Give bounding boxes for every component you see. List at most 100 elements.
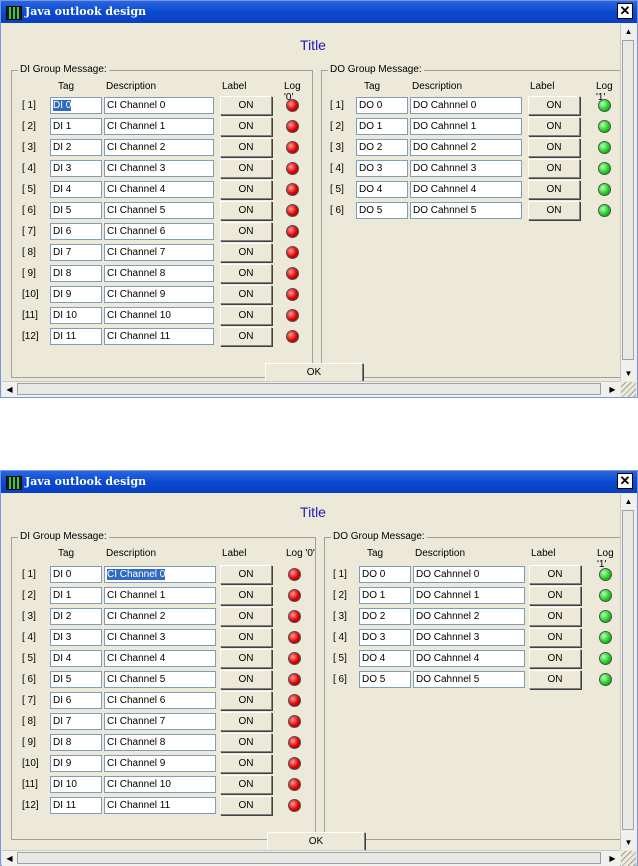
- description-field[interactable]: DO Cahnnel 0: [410, 97, 522, 114]
- tag-field[interactable]: DI 4: [50, 181, 102, 198]
- tag-field[interactable]: DI 7: [50, 713, 102, 730]
- vertical-scroll-thumb[interactable]: [622, 510, 634, 830]
- description-field[interactable]: CI Channel 8: [104, 265, 214, 282]
- close-icon[interactable]: ✕: [617, 473, 633, 489]
- close-icon[interactable]: ✕: [617, 3, 633, 19]
- on-button[interactable]: ON: [528, 138, 580, 157]
- on-button[interactable]: ON: [529, 607, 581, 626]
- tag-field[interactable]: DO 5: [356, 202, 408, 219]
- tag-field[interactable]: DO 4: [359, 650, 411, 667]
- tag-field[interactable]: DI 5: [50, 671, 102, 688]
- tag-field[interactable]: DI 6: [50, 223, 102, 240]
- scroll-up-icon[interactable]: ▲: [621, 494, 636, 509]
- on-button[interactable]: ON: [220, 201, 272, 220]
- description-field[interactable]: CI Channel 10: [104, 307, 214, 324]
- description-field[interactable]: CI Channel 1: [104, 587, 216, 604]
- tag-field[interactable]: DI 11: [50, 797, 102, 814]
- description-field[interactable]: CI Channel 11: [104, 797, 216, 814]
- description-field[interactable]: CI Channel 9: [104, 286, 214, 303]
- on-button[interactable]: ON: [220, 180, 272, 199]
- scroll-down-icon[interactable]: ▼: [621, 835, 636, 850]
- description-field[interactable]: CI Channel 11: [104, 328, 214, 345]
- description-field[interactable]: CI Channel 4: [104, 650, 216, 667]
- on-button[interactable]: ON: [220, 754, 272, 773]
- tag-field[interactable]: DO 0: [356, 97, 408, 114]
- horizontal-scrollbar[interactable]: ◀ ▶: [2, 381, 620, 397]
- tag-field[interactable]: DI 0: [50, 566, 102, 583]
- on-button[interactable]: ON: [529, 649, 581, 668]
- scroll-up-icon[interactable]: ▲: [621, 24, 636, 39]
- tag-field[interactable]: DI 4: [50, 650, 102, 667]
- on-button[interactable]: ON: [529, 586, 581, 605]
- titlebar[interactable]: Java outlook design ✕: [1, 471, 637, 493]
- on-button[interactable]: ON: [220, 138, 272, 157]
- tag-field[interactable]: DI 2: [50, 139, 102, 156]
- ok-button[interactable]: OK: [265, 363, 363, 383]
- description-field[interactable]: CI Channel 9: [104, 755, 216, 772]
- on-button[interactable]: ON: [220, 243, 272, 262]
- tag-field[interactable]: DO 2: [356, 139, 408, 156]
- description-field[interactable]: DO Cahnnel 3: [410, 160, 522, 177]
- description-field[interactable]: DO Cahnnel 2: [413, 608, 525, 625]
- on-button[interactable]: ON: [220, 712, 272, 731]
- description-field[interactable]: DO Cahnnel 0: [413, 566, 525, 583]
- on-button[interactable]: ON: [220, 733, 272, 752]
- on-button[interactable]: ON: [220, 796, 272, 815]
- tag-field[interactable]: DI 8: [50, 734, 102, 751]
- tag-field[interactable]: DI 6: [50, 692, 102, 709]
- on-button[interactable]: ON: [220, 306, 272, 325]
- description-field[interactable]: CI Channel 10: [104, 776, 216, 793]
- tag-field[interactable]: DO 4: [356, 181, 408, 198]
- vertical-scrollbar[interactable]: ▲ ▼: [620, 494, 636, 850]
- scroll-right-icon[interactable]: ▶: [605, 851, 620, 866]
- on-button[interactable]: ON: [220, 117, 272, 136]
- tag-field[interactable]: DI 10: [50, 776, 102, 793]
- on-button[interactable]: ON: [528, 117, 580, 136]
- tag-field[interactable]: DI 10: [50, 307, 102, 324]
- tag-field[interactable]: DO 1: [359, 587, 411, 604]
- on-button[interactable]: ON: [220, 586, 272, 605]
- scroll-left-icon[interactable]: ◀: [2, 382, 17, 397]
- tag-field[interactable]: DO 2: [359, 608, 411, 625]
- on-button[interactable]: ON: [528, 201, 580, 220]
- on-button[interactable]: ON: [529, 565, 581, 584]
- titlebar[interactable]: Java outlook design ✕: [1, 1, 637, 23]
- description-field[interactable]: DO Cahnnel 4: [410, 181, 522, 198]
- description-field[interactable]: CI Channel 5: [104, 202, 214, 219]
- tag-field[interactable]: DI 9: [50, 755, 102, 772]
- vertical-scroll-thumb[interactable]: [622, 40, 634, 360]
- tag-field[interactable]: DO 5: [359, 671, 411, 688]
- description-field[interactable]: DO Cahnnel 5: [413, 671, 525, 688]
- description-field[interactable]: CI Channel 4: [104, 181, 214, 198]
- tag-field[interactable]: DI 9: [50, 286, 102, 303]
- description-field[interactable]: CI Channel 7: [104, 244, 214, 261]
- on-button[interactable]: ON: [220, 222, 272, 241]
- description-field[interactable]: DO Cahnnel 1: [413, 587, 525, 604]
- description-field[interactable]: CI Channel 8: [104, 734, 216, 751]
- scroll-left-icon[interactable]: ◀: [2, 851, 17, 866]
- on-button[interactable]: ON: [220, 159, 272, 178]
- description-field[interactable]: CI Channel 6: [104, 692, 216, 709]
- description-field[interactable]: DO Cahnnel 4: [413, 650, 525, 667]
- tag-field[interactable]: DI 3: [50, 160, 102, 177]
- description-field[interactable]: CI Channel 3: [104, 160, 214, 177]
- tag-field[interactable]: DO 3: [359, 629, 411, 646]
- on-button[interactable]: ON: [220, 607, 272, 626]
- on-button[interactable]: ON: [529, 628, 581, 647]
- description-field[interactable]: DO Cahnnel 1: [410, 118, 522, 135]
- description-field[interactable]: CI Channel 0: [104, 97, 214, 114]
- description-field[interactable]: CI Channel 7: [104, 713, 216, 730]
- description-field[interactable]: CI Channel 0: [104, 566, 216, 583]
- on-button[interactable]: ON: [220, 649, 272, 668]
- description-field[interactable]: CI Channel 3: [104, 629, 216, 646]
- tag-field[interactable]: DI 5: [50, 202, 102, 219]
- tag-field[interactable]: DO 0: [359, 566, 411, 583]
- vertical-scrollbar[interactable]: ▲ ▼: [620, 24, 636, 381]
- tag-field[interactable]: DI 1: [50, 587, 102, 604]
- description-field[interactable]: CI Channel 2: [104, 608, 216, 625]
- on-button[interactable]: ON: [529, 670, 581, 689]
- ok-button[interactable]: OK: [267, 832, 365, 852]
- resize-grip-icon[interactable]: [621, 851, 636, 866]
- description-field[interactable]: DO Cahnnel 3: [413, 629, 525, 646]
- on-button[interactable]: ON: [220, 670, 272, 689]
